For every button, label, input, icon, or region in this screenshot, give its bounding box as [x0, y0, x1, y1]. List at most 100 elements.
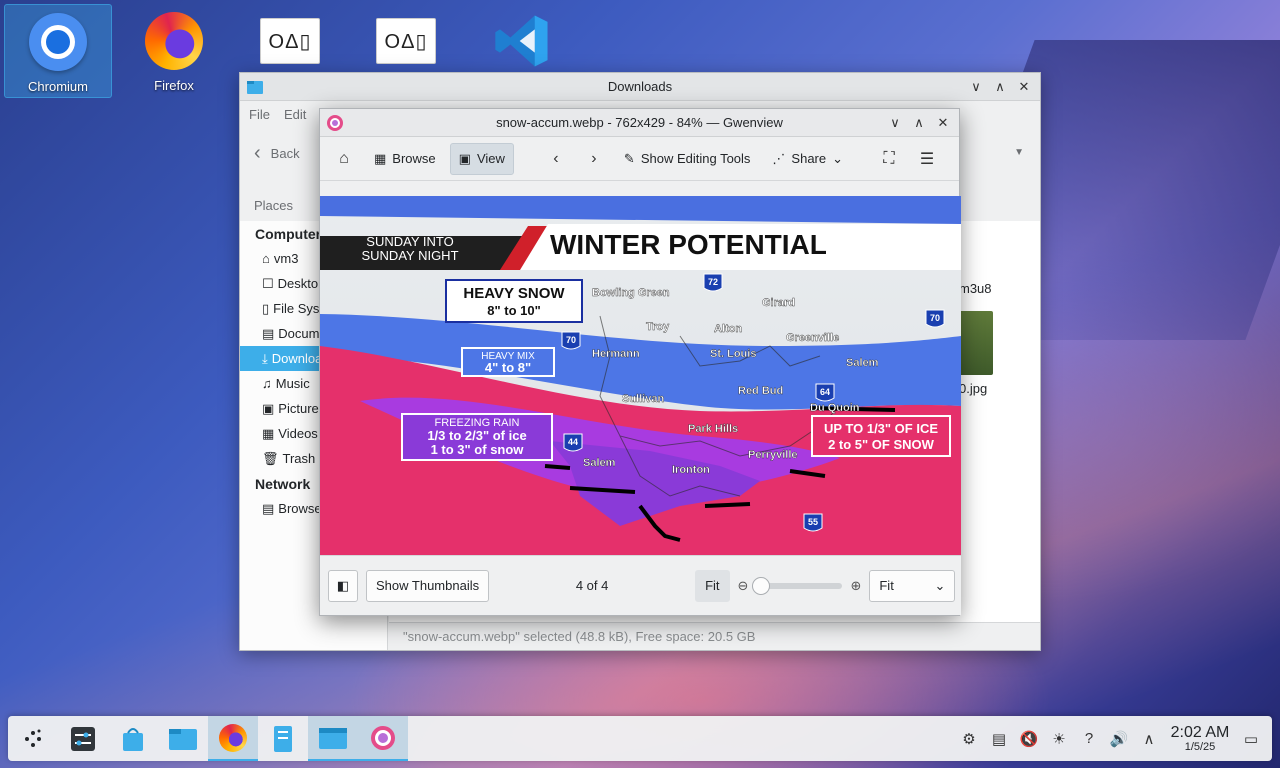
tray-expand-icon[interactable]: ∧ [1136, 726, 1162, 752]
dolphin-titlebar[interactable]: Downloads ∨ ∧ ✕ [240, 73, 1040, 101]
map-box-heavy-mix-amount: 4" to 8" [485, 360, 531, 375]
city-label: Bowling Green [592, 287, 670, 299]
gwenview-titlebar[interactable]: snow-accum.webp - 762x429 - 84% — Gwenvi… [320, 109, 959, 137]
edit-image-icon: ✎ [623, 150, 635, 166]
settings-icon [71, 726, 95, 751]
close-button[interactable]: ✕ [933, 113, 953, 133]
city-label: Park Hills [688, 423, 738, 435]
maximize-button[interactable]: ∧ [990, 77, 1010, 97]
city-label: Perryville [748, 449, 798, 461]
taskbar-firefox[interactable] [208, 716, 258, 761]
city-label: Red Bud [738, 385, 783, 397]
browse-button[interactable]: ▦ Browse [366, 143, 444, 175]
file-thumbnail[interactable] [959, 311, 993, 375]
chevron-right-icon: › [591, 149, 597, 167]
zoom-select[interactable]: Fit ⌄ [869, 569, 956, 602]
map-box-freezing-snow: 1 to 3" of snow [431, 442, 525, 457]
desktop-icon-label: Firefox [154, 78, 194, 93]
menu-edit[interactable]: Edit [284, 107, 306, 122]
weather-map-image[interactable]: SUNDAY INTO SUNDAY NIGHT WINTER POTENTIA… [320, 196, 961, 556]
city-label: Salem [846, 357, 879, 369]
back-button-label[interactable]: Back [271, 146, 300, 161]
fullscreen-button[interactable]: ⛶ [873, 143, 905, 175]
show-editing-tools-button[interactable]: ✎ Show Editing Tools [616, 143, 759, 175]
interstate-shield: 44 [568, 437, 578, 447]
status-bar: "snow-accum.webp" selected (48.8 kB), Fr… [389, 622, 1040, 650]
taskbar-dolphin-window[interactable] [308, 716, 358, 761]
clipboard-icon[interactable]: ▤ [986, 726, 1012, 752]
zoom-slider[interactable] [752, 576, 843, 595]
back-arrow-icon[interactable]: ‹ [254, 142, 261, 165]
view-button[interactable]: ▣ View [449, 142, 514, 175]
firefox-icon [145, 12, 203, 70]
window-title: snow-accum.webp - 762x429 - 84% — Gwenvi… [496, 115, 783, 130]
window-title: Downloads [607, 79, 673, 94]
folder-icon [169, 728, 197, 750]
system-tray: ⚙ ▤ 🔇 ☀ ? 🔊 ∧ 2:02 AM 1/5/25 ▭ [956, 716, 1272, 761]
volume-icon[interactable]: 🔊 [1106, 726, 1132, 752]
taskbar-system-settings[interactable] [58, 716, 108, 761]
music-icon: ♫ [262, 376, 272, 391]
city-label: Girard [762, 297, 795, 309]
sidebar-toggle-button[interactable]: ◧ [328, 569, 358, 602]
interstate-shield: 70 [930, 313, 940, 323]
zoom-slider-handle[interactable] [752, 576, 771, 595]
audio-muted-icon[interactable]: 🔇 [1016, 726, 1042, 752]
help-icon[interactable]: ? [1076, 726, 1102, 752]
gwenview-window[interactable]: snow-accum.webp - 762x429 - 84% — Gwenvi… [319, 108, 961, 616]
menu-file[interactable]: File [249, 107, 270, 122]
launcher-dots-icon [25, 729, 41, 747]
text-editor-icon [274, 725, 292, 752]
store-bag-icon [123, 727, 143, 751]
zoom-in-icon[interactable]: ⊕ [850, 578, 861, 594]
hamburger-menu-button[interactable]: ☰ [911, 143, 943, 175]
show-desktop-icon[interactable]: ▭ [1238, 726, 1264, 752]
brightness-icon[interactable]: ☀ [1046, 726, 1072, 752]
chevron-down-icon[interactable]: ▼ [1014, 147, 1024, 158]
city-label: Salem [583, 457, 616, 469]
clock-date: 1/5/25 [1184, 741, 1216, 754]
previous-button[interactable]: ‹ [540, 143, 572, 175]
gwenview-toolbar: ⌂ ▦ Browse ▣ View ‹ › ✎ Show Editing Tools … [320, 137, 959, 181]
trash-icon: 🗑 [262, 450, 279, 466]
picture-icon: ▣ [262, 400, 275, 416]
map-box-ice: UP TO 1/3" OF ICE [824, 421, 938, 436]
file-item-label[interactable]: 0.jpg [959, 381, 987, 396]
taskbar-kate[interactable] [258, 716, 308, 761]
next-button[interactable]: › [578, 143, 610, 175]
show-thumbnails-button[interactable]: Show Thumbnails [366, 569, 490, 602]
map-box-ice-snow: 2 to 5" OF SNOW [828, 437, 935, 452]
app-shapes-icon: OΔ▯ [260, 18, 320, 64]
hamburger-menu-icon: ☰ [919, 150, 935, 168]
drive-icon: ▯ [262, 300, 270, 316]
application-launcher[interactable] [8, 716, 58, 761]
close-button[interactable]: ✕ [1014, 77, 1034, 97]
minimize-button[interactable]: ∨ [885, 113, 905, 133]
zoom-out-icon[interactable]: ⊖ [738, 578, 749, 594]
taskbar-gwenview-window[interactable] [358, 716, 408, 761]
clock-time: 2:02 AM [1170, 723, 1230, 741]
chromium-icon [29, 13, 87, 71]
desktop-icon-chromium[interactable]: Chromium [4, 4, 112, 98]
taskbar-dolphin-launcher[interactable] [158, 716, 208, 761]
vault-icon[interactable]: ⚙ [956, 726, 982, 752]
interstate-shield: 70 [566, 335, 576, 345]
home-button[interactable]: ⌂ [328, 143, 360, 175]
maximize-button[interactable]: ∧ [909, 113, 929, 133]
city-label: St. Louis [710, 348, 756, 360]
city-label: Hermann [592, 348, 640, 360]
file-item-label[interactable]: m3u8 [959, 281, 992, 296]
share-button[interactable]: ⋰ Share ⌄ [764, 143, 851, 175]
fit-button[interactable]: Fit [695, 569, 730, 602]
city-label: Greenville [786, 332, 839, 344]
interstate-shield: 55 [808, 517, 818, 527]
clock[interactable]: 2:02 AM 1/5/25 [1166, 724, 1234, 754]
desktop-icon-firefox[interactable]: Firefox [120, 4, 228, 98]
video-icon: ▦ [262, 425, 275, 441]
chevron-down-icon: ⌄ [832, 150, 844, 166]
gwenview-app-icon [371, 725, 395, 750]
network-icon: ▤ [262, 500, 275, 516]
interstate-shield: 64 [820, 387, 830, 397]
minimize-button[interactable]: ∨ [966, 77, 986, 97]
taskbar-discover[interactable] [108, 716, 158, 761]
